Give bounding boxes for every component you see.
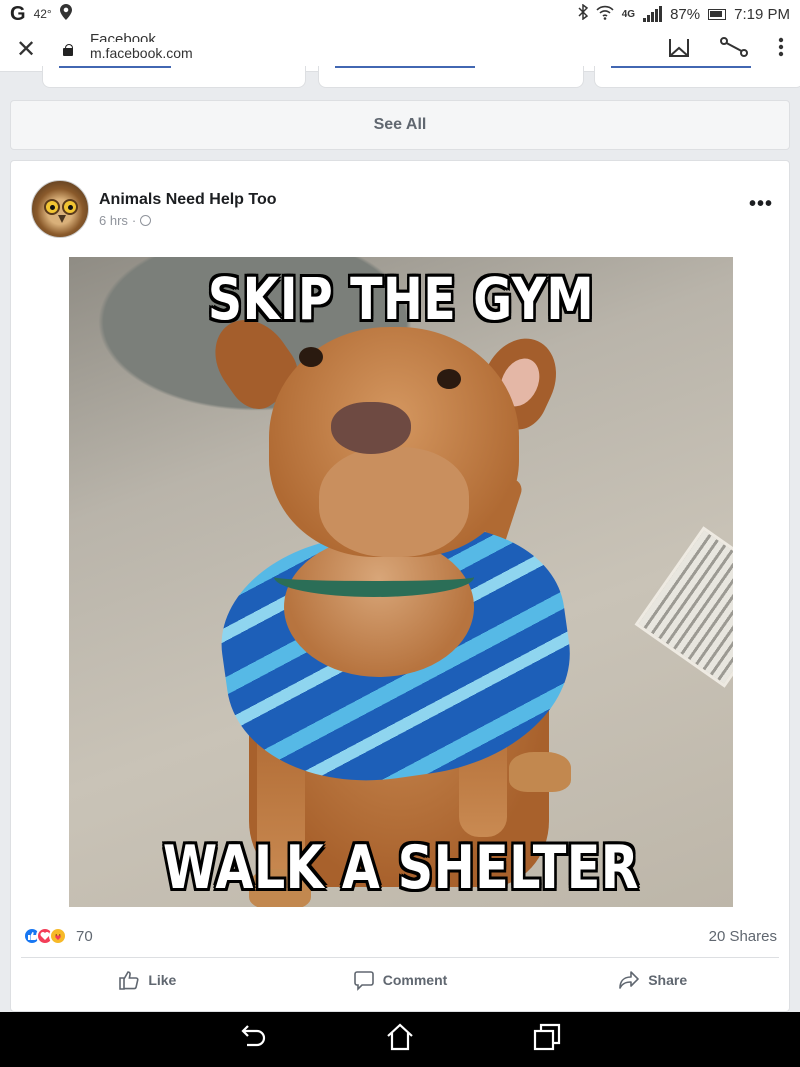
post-header: Animals Need Help Too 6 hrs · (31, 180, 277, 238)
comment-button[interactable]: Comment (274, 969, 527, 991)
comment-icon (353, 970, 374, 991)
avatar[interactable] (31, 180, 89, 238)
time-separator: · (131, 212, 137, 228)
reactions-summary[interactable]: 70 (23, 927, 93, 945)
google-g-icon: G (10, 2, 26, 25)
dog-collar (274, 557, 474, 597)
share-icon[interactable] (720, 36, 748, 64)
carousel-card[interactable] (42, 66, 306, 88)
lock-icon (62, 43, 74, 56)
page-name-link[interactable]: Animals Need Help Too (99, 191, 277, 209)
status-bar: G 42° 4G 87% 7:19 PM (0, 0, 800, 28)
url-host: m.facebook.com (90, 44, 193, 61)
suggestion-carousel (10, 66, 800, 100)
location-icon (59, 4, 72, 24)
clock: 7:19 PM (734, 5, 790, 23)
signal-icon (643, 6, 663, 22)
temperature: 42° (33, 7, 52, 21)
post-timestamp[interactable]: 6 hrs · (99, 213, 277, 228)
news-feed: See All Animals Need Help Too 6 hrs · ••… (0, 66, 800, 1012)
bookmark-icon[interactable] (668, 36, 690, 64)
see-all-button[interactable]: See All (10, 100, 790, 150)
like-label: Like (148, 971, 177, 988)
floor-drain (634, 526, 733, 688)
share-arrow-icon (619, 970, 640, 989)
share-label: Share (648, 971, 688, 988)
post-time-text: 6 hrs (99, 212, 128, 228)
reaction-count: 70 (76, 927, 93, 945)
wifi-icon (596, 4, 614, 24)
home-icon[interactable] (384, 1021, 416, 1058)
dog-nose (331, 402, 411, 454)
meme-bottom-caption: WALK A SHELTER DOG! (162, 833, 640, 907)
share-button[interactable]: Share (526, 969, 779, 991)
close-tab-icon[interactable]: ✕ (16, 35, 42, 64)
recent-apps-icon[interactable] (531, 1021, 563, 1058)
back-icon[interactable] (237, 1021, 269, 1058)
battery-percent: 87% (670, 5, 701, 23)
globe-icon (140, 214, 152, 226)
like-button[interactable]: Like (21, 969, 274, 991)
android-nav-bar (0, 1012, 800, 1067)
comment-label: Comment (382, 971, 448, 988)
url-display[interactable]: Facebook m.facebook.com (90, 32, 193, 61)
bluetooth-icon (578, 3, 588, 24)
shares-count[interactable]: 20 Shares (709, 928, 777, 945)
page-title: Facebook (90, 31, 156, 42)
post-actions: Like Comment Share (21, 957, 779, 1001)
network-type: 4G (621, 8, 636, 20)
care-reaction-icon (49, 927, 67, 945)
post-image[interactable]: SKIP THE GYM WALK A SHELTER DOG! (69, 257, 733, 907)
more-options-button[interactable]: ••• (749, 193, 773, 216)
overflow-menu-icon[interactable] (778, 37, 784, 63)
carousel-card[interactable] (318, 66, 584, 88)
feed-post: Animals Need Help Too 6 hrs · ••• SKIP T… (10, 160, 790, 1012)
thumbs-up-icon (119, 970, 139, 990)
battery-icon (708, 8, 727, 20)
carousel-card[interactable] (594, 66, 800, 88)
meme-top-caption: SKIP THE GYM (207, 265, 595, 333)
